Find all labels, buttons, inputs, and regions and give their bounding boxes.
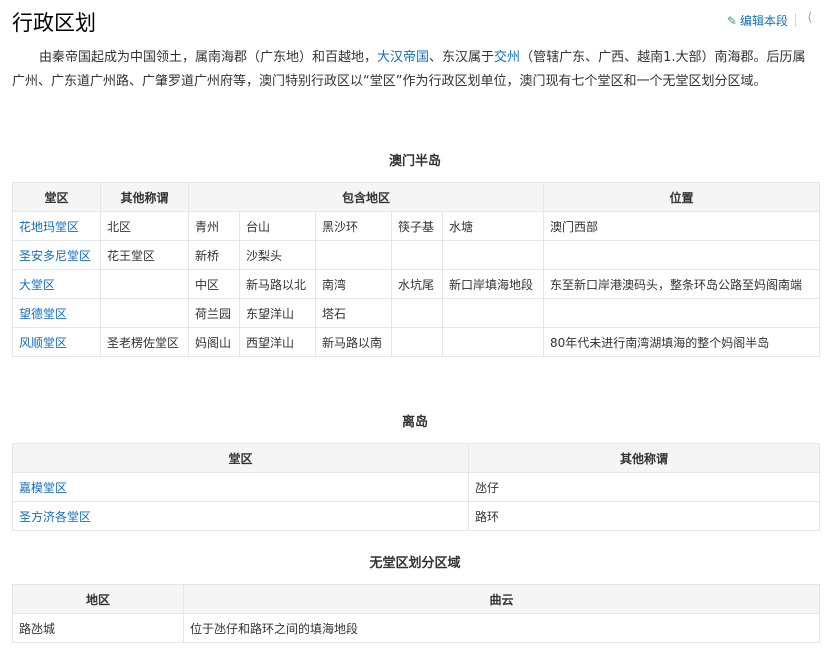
cell-area xyxy=(391,298,443,328)
table-header-row: 堂区 其他称谓 包含地区 位置 xyxy=(12,182,820,212)
cell-location: 东至新口岸港澳码头，整条环岛公路至妈阁南端 xyxy=(543,269,820,299)
col-header-parish: 堂区 xyxy=(12,182,101,212)
divider xyxy=(795,13,796,27)
cell-other-name: 路环 xyxy=(468,501,820,531)
cell-area: 中区 xyxy=(188,269,240,299)
parish-link[interactable]: 圣方济各堂区 xyxy=(12,501,469,531)
table-row: 嘉模堂区 氹仔 xyxy=(12,472,820,502)
collapse-icon[interactable]: ⟨ xyxy=(807,10,812,24)
cell-area xyxy=(391,327,443,357)
cell-area: 新口岸填海地段 xyxy=(442,269,544,299)
intro-paragraph: 由秦帝国起成为中国领土，属南海郡（广东地）和百越地，大汉帝国、东汉属于交州（管辖… xyxy=(12,46,818,94)
cell-location xyxy=(543,240,820,270)
link-han-empire[interactable]: 大汉帝国 xyxy=(377,50,429,65)
intro-text-2: 、东汉属于 xyxy=(429,50,495,65)
parish-link[interactable]: 圣安多尼堂区 xyxy=(12,240,101,270)
cell-other-name: 氹仔 xyxy=(468,472,820,502)
table-row: 花地玛堂区 北区 青州 台山 黑沙环 筷子基 水塘 澳门西部 xyxy=(12,211,820,241)
intro-text-1: 由秦帝国起成为中国领土，属南海郡（广东地）和百越地， xyxy=(39,50,378,65)
cell-area xyxy=(391,240,443,270)
islands-table: 堂区 其他称谓 嘉模堂区 氹仔 圣方济各堂区 路环 xyxy=(12,443,820,531)
col-header-location: 位置 xyxy=(543,182,820,212)
cell-area: 荷兰园 xyxy=(188,298,240,328)
edit-section-label: 编辑本段 xyxy=(739,14,788,28)
pencil-icon: ✎ xyxy=(726,13,737,28)
cell-other-name: 北区 xyxy=(100,211,189,241)
cell-area xyxy=(442,240,544,270)
table-header-row: 地区 曲云 xyxy=(12,584,820,614)
parish-link[interactable]: 望德堂区 xyxy=(12,298,101,328)
cell-area: 新马路以北 xyxy=(239,269,316,299)
section-title: 行政区划 xyxy=(12,11,96,35)
table-row: 大堂区 中区 新马路以北 南湾 水坑尾 新口岸填海地段 东至新口岸港澳码头，整条… xyxy=(12,269,820,299)
cell-area: 西望洋山 xyxy=(239,327,316,357)
parish-link[interactable]: 风顺堂区 xyxy=(12,327,101,357)
cell-detail: 位于氹仔和路环之间的填海地段 xyxy=(183,613,820,643)
cell-area: 水坑尾 xyxy=(391,269,443,299)
cell-area: 南湾 xyxy=(315,269,392,299)
table-row: 风顺堂区 圣老楞佐堂区 妈阁山 西望洋山 新马路以南 80年代未进行南湾湖填海的… xyxy=(12,327,820,357)
link-jiaozhou[interactable]: 交州 xyxy=(494,50,520,65)
cell-area xyxy=(315,240,392,270)
parish-link[interactable]: 大堂区 xyxy=(12,269,101,299)
cell-location: 澳门西部 xyxy=(543,211,820,241)
cell-area xyxy=(442,298,544,328)
cell-other-name xyxy=(100,269,189,299)
parish-link[interactable]: 嘉模堂区 xyxy=(12,472,469,502)
cell-area: 沙梨头 xyxy=(239,240,316,270)
cell-area: 新马路以南 xyxy=(315,327,392,357)
parish-link[interactable]: 花地玛堂区 xyxy=(12,211,101,241)
table-row: 圣方济各堂区 路环 xyxy=(12,501,820,531)
section-heading: 行政区划 ✎ 编辑本段 ⟨ xyxy=(12,4,818,38)
edit-section-button[interactable]: ✎ 编辑本段 xyxy=(727,12,788,29)
col-header-other-names: 其他称谓 xyxy=(468,443,820,473)
cell-location xyxy=(543,298,820,328)
peninsula-table: 堂区 其他称谓 包含地区 位置 花地玛堂区 北区 青州 台山 黑沙环 筷子基 水… xyxy=(12,182,820,357)
table-caption-islands: 离岛 xyxy=(401,415,428,430)
table-row: 路氹城 位于氹仔和路环之间的填海地段 xyxy=(12,613,820,643)
cell-area: 东望洋山 xyxy=(239,298,316,328)
cell-area: 黑沙环 xyxy=(315,211,392,241)
col-header-other-names: 其他称谓 xyxy=(100,182,189,212)
table-row: 望德堂区 荷兰园 东望洋山 塔石 xyxy=(12,298,820,328)
cell-location: 80年代未进行南湾湖填海的整个妈阁半岛 xyxy=(543,327,820,357)
cell-area: 青州 xyxy=(188,211,240,241)
cell-area: 筷子基 xyxy=(391,211,443,241)
table-row: 圣安多尼堂区 花王堂区 新桥 沙梨头 xyxy=(12,240,820,270)
no-parish-table: 地区 曲云 路氹城 位于氹仔和路环之间的填海地段 xyxy=(12,584,820,643)
table-header-row: 堂区 其他称谓 xyxy=(12,443,820,473)
cell-other-name: 花王堂区 xyxy=(100,240,189,270)
table-caption-no-parish: 无堂区划分区域 xyxy=(369,556,461,571)
cell-area: 塔石 xyxy=(315,298,392,328)
col-header-parish: 堂区 xyxy=(12,443,469,473)
cell-other-name xyxy=(100,298,189,328)
cell-area: 水塘 xyxy=(442,211,544,241)
cell-other-name: 圣老楞佐堂区 xyxy=(100,327,189,357)
col-header-areas: 包含地区 xyxy=(188,182,544,212)
table-caption-peninsula: 澳门半岛 xyxy=(388,154,441,169)
col-header-area: 地区 xyxy=(12,584,184,614)
cell-area: 台山 xyxy=(239,211,316,241)
cell-area-name: 路氹城 xyxy=(12,613,184,643)
cell-area: 妈阁山 xyxy=(188,327,240,357)
cell-area: 新桥 xyxy=(188,240,240,270)
cell-area xyxy=(442,327,544,357)
col-header-detail: 曲云 xyxy=(183,584,820,614)
